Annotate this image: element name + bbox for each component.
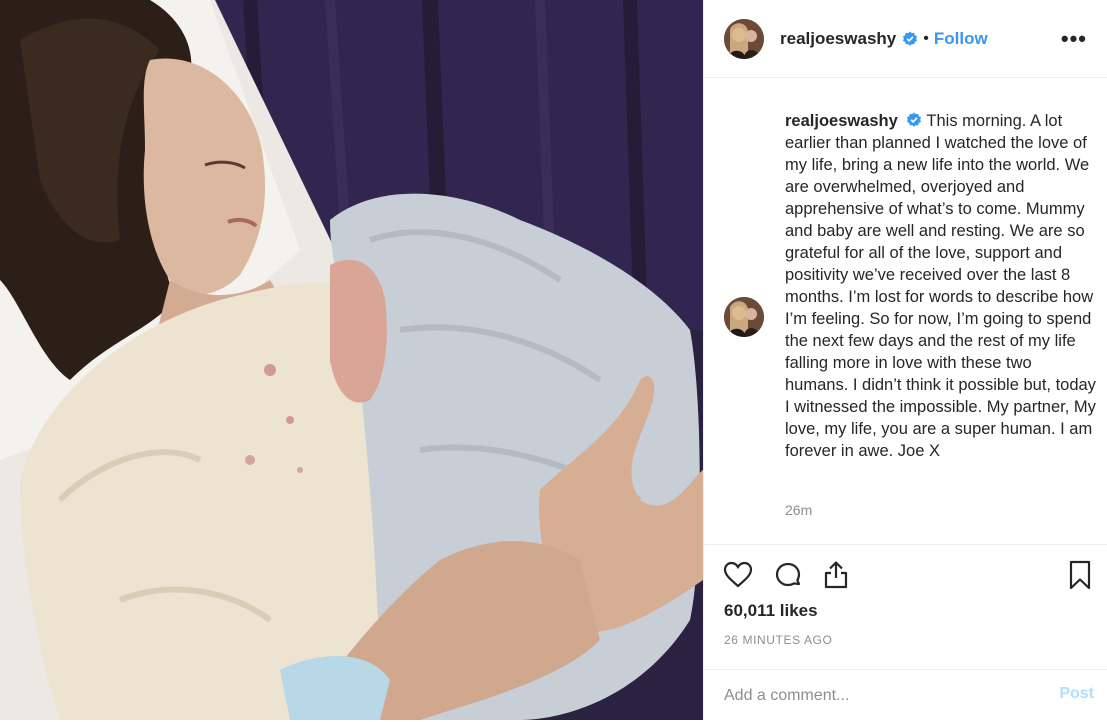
comment-input[interactable] xyxy=(724,683,1024,709)
likes-count[interactable]: 60,011 likes xyxy=(724,601,818,621)
share-icon[interactable] xyxy=(820,559,852,591)
post-photo[interactable] xyxy=(0,0,703,720)
heart-icon[interactable] xyxy=(722,559,754,591)
avatar-image xyxy=(724,297,764,337)
post-side-panel: realjoeswashy • Follow ••• realjoeswashy… xyxy=(703,0,1107,720)
caption-avatar[interactable] xyxy=(724,297,764,337)
follow-button[interactable]: Follow xyxy=(934,29,988,49)
caption-username[interactable]: realjoeswashy xyxy=(785,112,898,130)
comments-area: realjoeswashy This morning. A lot earlie… xyxy=(704,78,1107,544)
post-timestamp: 26 MINUTES AGO xyxy=(724,633,833,647)
post-header: realjoeswashy • Follow ••• xyxy=(704,0,1107,78)
avatar-image xyxy=(724,18,764,59)
instagram-post: realjoeswashy • Follow ••• realjoeswashy… xyxy=(0,0,1107,720)
post-caption: realjoeswashy This morning. A lot earlie… xyxy=(785,110,1099,462)
separator-dot: • xyxy=(923,29,929,47)
caption-time: 26m xyxy=(785,502,813,518)
verified-badge-icon xyxy=(907,112,922,127)
author-username[interactable]: realjoeswashy xyxy=(780,29,896,49)
author-avatar[interactable] xyxy=(724,18,764,59)
add-comment-bar: Post xyxy=(704,669,1107,722)
post-comment-button[interactable]: Post xyxy=(1059,685,1094,703)
verified-badge-icon xyxy=(903,31,918,46)
caption-text: This morning. A lot earlier than planned… xyxy=(785,112,1096,460)
action-icons xyxy=(722,559,1091,593)
more-options-icon[interactable]: ••• xyxy=(1061,26,1087,52)
post-photo-illustration xyxy=(0,0,703,720)
bookmark-icon[interactable] xyxy=(1064,559,1096,591)
post-actions: 60,011 likes 26 MINUTES AGO Post xyxy=(704,544,1107,721)
speech-bubble-icon[interactable] xyxy=(772,559,804,591)
